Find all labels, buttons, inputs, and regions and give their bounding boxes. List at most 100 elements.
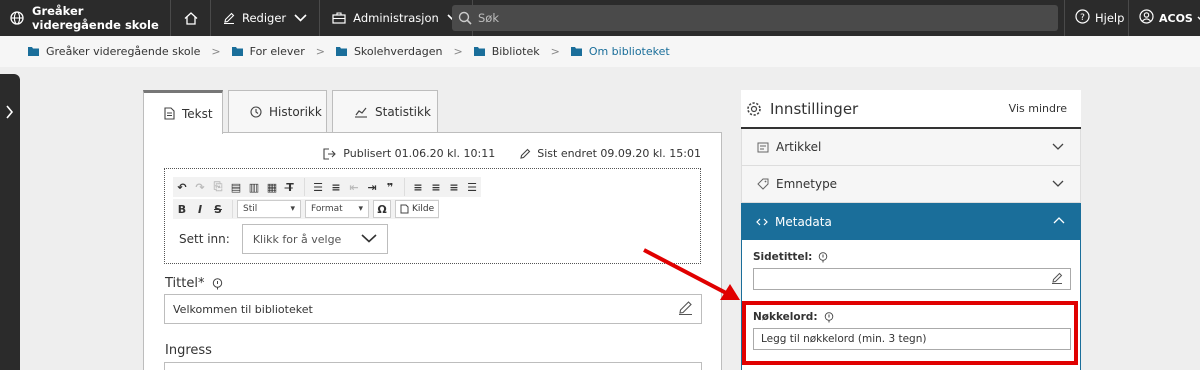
rich-text-toolbar: ↶ ↷ ⎘ ▤ ▥ ▦ T̶ ☰ ≡ ⇤ ⇥ ❞ ≡ ≡ ≡ ☰ B I S S… bbox=[164, 168, 701, 264]
help-icon: ? bbox=[1075, 9, 1090, 27]
tab-label: Historikk bbox=[269, 105, 322, 119]
admin-menu-button[interactable]: Administrasjon bbox=[320, 0, 473, 36]
breadcrumb-item[interactable]: Skolehverdagen bbox=[335, 45, 443, 58]
info-hint-icon[interactable] bbox=[212, 277, 223, 290]
globe-icon bbox=[10, 11, 24, 25]
search-input[interactable]: Søk bbox=[452, 5, 1058, 31]
page-title-input[interactable] bbox=[753, 268, 1071, 290]
breadcrumb-item[interactable]: For elever bbox=[231, 45, 305, 58]
breadcrumb-label: Skolehverdagen bbox=[353, 45, 443, 58]
help-button[interactable]: ? Hjelp bbox=[1064, 0, 1134, 36]
user-menu-button[interactable]: ACOS bbox=[1128, 0, 1200, 36]
align-left-icon[interactable]: ≡ bbox=[409, 178, 427, 196]
chevron-down-icon bbox=[294, 14, 307, 22]
section-metadata[interactable]: Metadata bbox=[741, 203, 1081, 240]
breadcrumb-separator: > bbox=[211, 45, 221, 58]
outdent-icon[interactable]: ⇤ bbox=[345, 178, 363, 196]
breadcrumb-label: Om biblioteket bbox=[588, 45, 670, 58]
breadcrumb-item[interactable]: Bibliotek bbox=[473, 45, 540, 58]
align-justify-icon[interactable]: ☰ bbox=[463, 178, 481, 196]
top-bar: Greåker videregående skole Rediger Admin… bbox=[0, 0, 1200, 36]
tag-icon bbox=[757, 178, 769, 190]
special-character-icon[interactable]: Ω bbox=[373, 200, 391, 218]
breadcrumb-item[interactable]: Greåker videregående skole bbox=[28, 45, 200, 58]
format-select[interactable]: Format ▾ bbox=[305, 200, 369, 218]
section-label: Artikkel bbox=[776, 140, 822, 154]
sidebar-toggle[interactable] bbox=[0, 74, 20, 370]
strikethrough-icon[interactable]: S bbox=[209, 200, 227, 218]
breadcrumb-separator: > bbox=[550, 45, 560, 58]
home-button[interactable] bbox=[171, 0, 211, 36]
code-icon bbox=[756, 218, 768, 226]
breadcrumb-current[interactable]: Om biblioteket bbox=[570, 45, 670, 58]
edit-menu-button[interactable]: Rediger bbox=[211, 0, 321, 36]
chevron-down-icon bbox=[361, 233, 377, 246]
title-label-text: Tittel* bbox=[165, 276, 205, 291]
style-select-label: Stil bbox=[243, 204, 258, 214]
bulleted-list-icon[interactable]: ≡ bbox=[327, 178, 345, 196]
align-center-icon[interactable]: ≡ bbox=[427, 178, 445, 196]
remove-format-icon[interactable]: T̶ bbox=[281, 178, 299, 196]
pencil-icon bbox=[519, 148, 531, 160]
chart-icon bbox=[354, 106, 368, 118]
section-topic-type[interactable]: Emnetype bbox=[741, 166, 1081, 203]
gear-icon bbox=[746, 101, 762, 117]
section-label: Metadata bbox=[775, 214, 832, 229]
folder-icon bbox=[570, 47, 582, 56]
italic-icon[interactable]: I bbox=[191, 200, 209, 218]
site-home-link[interactable]: Greåker videregående skole bbox=[0, 0, 171, 36]
chevron-down-icon bbox=[1052, 143, 1064, 150]
copy-icon[interactable]: ⎘ bbox=[209, 178, 227, 196]
breadcrumb-label: Bibliotek bbox=[491, 45, 540, 58]
tab-statistics[interactable]: Statistikk bbox=[332, 90, 438, 133]
show-less-link[interactable]: Vis mindre bbox=[1009, 102, 1067, 115]
tab-history[interactable]: Historikk bbox=[228, 90, 327, 133]
page-title-label: Sidetittel: bbox=[753, 251, 828, 263]
caret-down-icon: ▾ bbox=[358, 204, 363, 214]
search-placeholder: Søk bbox=[478, 11, 499, 25]
paste-text-icon[interactable]: ▥ bbox=[245, 178, 263, 196]
publish-info: Publisert 01.06.20 kl. 10:11 Sist endret… bbox=[323, 147, 701, 160]
insert-select-value: Klikk for å velge bbox=[252, 232, 342, 246]
align-right-icon[interactable]: ≡ bbox=[445, 178, 463, 196]
info-hint-icon[interactable] bbox=[818, 251, 828, 263]
folder-icon bbox=[231, 47, 243, 56]
chevron-down-icon bbox=[1052, 180, 1064, 187]
source-button[interactable]: Kilde bbox=[395, 200, 440, 218]
user-label: ACOS bbox=[1159, 11, 1193, 25]
chevron-right-icon bbox=[5, 104, 14, 123]
section-label: Emnetype bbox=[776, 177, 838, 191]
paste-icon[interactable]: ▤ bbox=[227, 178, 245, 196]
numbered-list-icon[interactable]: ☰ bbox=[309, 178, 327, 196]
breadcrumb-label: For elever bbox=[249, 45, 305, 58]
admin-menu-label: Administrasjon bbox=[353, 11, 439, 25]
clock-icon bbox=[250, 106, 262, 118]
toolbar-row: B I S Stil ▾ Format ▾ Ω Kilde bbox=[173, 199, 440, 219]
redo-icon[interactable]: ↷ bbox=[191, 178, 209, 196]
user-icon bbox=[1139, 9, 1154, 27]
ingress-input[interactable] bbox=[164, 362, 702, 370]
home-icon bbox=[184, 11, 198, 25]
undo-icon[interactable]: ↶ bbox=[173, 178, 191, 196]
insert-label: Sett inn: bbox=[179, 232, 230, 246]
edit-menu-label: Rediger bbox=[242, 11, 287, 25]
style-select[interactable]: Stil ▾ bbox=[237, 200, 301, 218]
title-input-value: Velkommen til biblioteket bbox=[173, 302, 313, 316]
editor-panel: Publisert 01.06.20 kl. 10:11 Sist endret… bbox=[143, 132, 722, 370]
bold-icon[interactable]: B bbox=[173, 200, 191, 218]
folder-icon bbox=[335, 47, 347, 56]
pencil-icon bbox=[223, 12, 235, 24]
tab-label: Statistikk bbox=[375, 105, 431, 119]
title-input[interactable]: Velkommen til biblioteket bbox=[164, 294, 702, 324]
paste-word-icon[interactable]: ▦ bbox=[263, 178, 281, 196]
tab-text[interactable]: Tekst bbox=[143, 90, 223, 134]
site-name: Greåker videregående skole bbox=[32, 4, 159, 32]
chevron-up-icon bbox=[1053, 217, 1065, 224]
insert-select[interactable]: Klikk for å velge bbox=[241, 224, 388, 254]
section-article[interactable]: Artikkel bbox=[741, 129, 1081, 166]
ingress-label-text: Ingress bbox=[165, 343, 212, 358]
indent-icon[interactable]: ⇥ bbox=[363, 178, 381, 196]
blockquote-icon[interactable]: ❞ bbox=[381, 178, 399, 196]
settings-title: Innstillinger bbox=[770, 99, 859, 118]
settings-header: Innstillinger Vis mindre bbox=[741, 90, 1081, 129]
